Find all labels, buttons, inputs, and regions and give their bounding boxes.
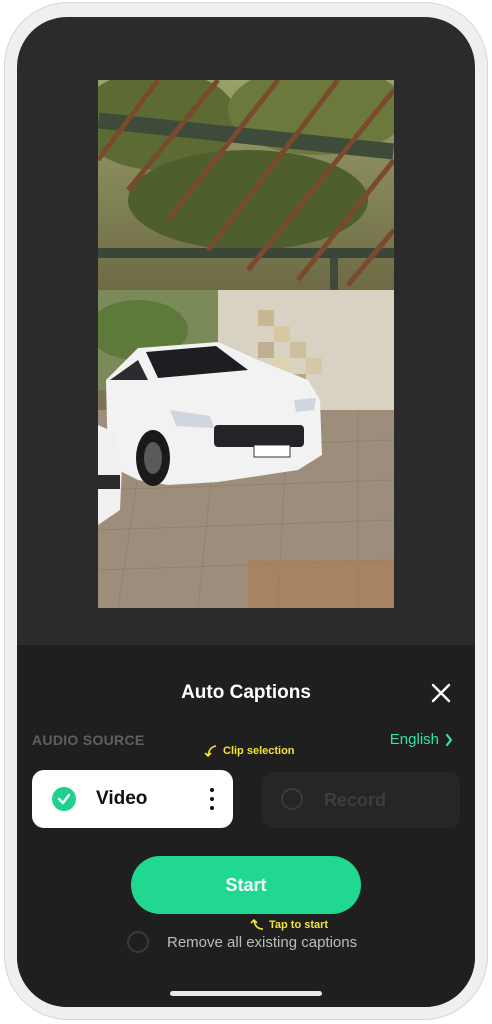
remove-captions-label: Remove all existing captions — [167, 933, 358, 951]
start-button[interactable]: Start — [131, 856, 361, 914]
chevron-right-icon — [445, 733, 453, 746]
tap-to-start-text: Tap to start — [269, 919, 329, 931]
audio-source-label: AUDIO SOURCE — [32, 732, 145, 748]
language-label: English — [389, 731, 439, 748]
video-preview[interactable] — [98, 80, 394, 608]
audio-source-record-option[interactable]: Record — [262, 772, 460, 828]
auto-captions-panel: Auto Captions AUDIO SOURCE English Clip … — [17, 645, 475, 1007]
record-option-label: Record — [324, 790, 387, 810]
clip-selection-text: Clip selection — [223, 745, 295, 757]
clip-selection-annotation: Clip selection — [203, 743, 295, 759]
video-option-label: Video — [96, 788, 148, 809]
close-button[interactable] — [429, 681, 453, 705]
more-options-icon[interactable] — [205, 788, 219, 810]
radio-icon — [281, 788, 303, 810]
check-icon — [52, 787, 76, 811]
radio-icon[interactable] — [127, 931, 149, 953]
language-selector[interactable]: English — [390, 731, 453, 748]
remove-captions-option[interactable]: Remove all existing captions — [127, 931, 357, 953]
video-frame-image — [98, 80, 394, 608]
home-indicator — [170, 991, 322, 996]
close-icon — [431, 683, 451, 703]
app-screen: Auto Captions AUDIO SOURCE English Clip … — [17, 17, 475, 1007]
panel-title: Auto Captions — [181, 682, 311, 703]
audio-source-video-option[interactable]: Video — [32, 770, 233, 828]
curved-arrow-icon — [204, 745, 217, 758]
